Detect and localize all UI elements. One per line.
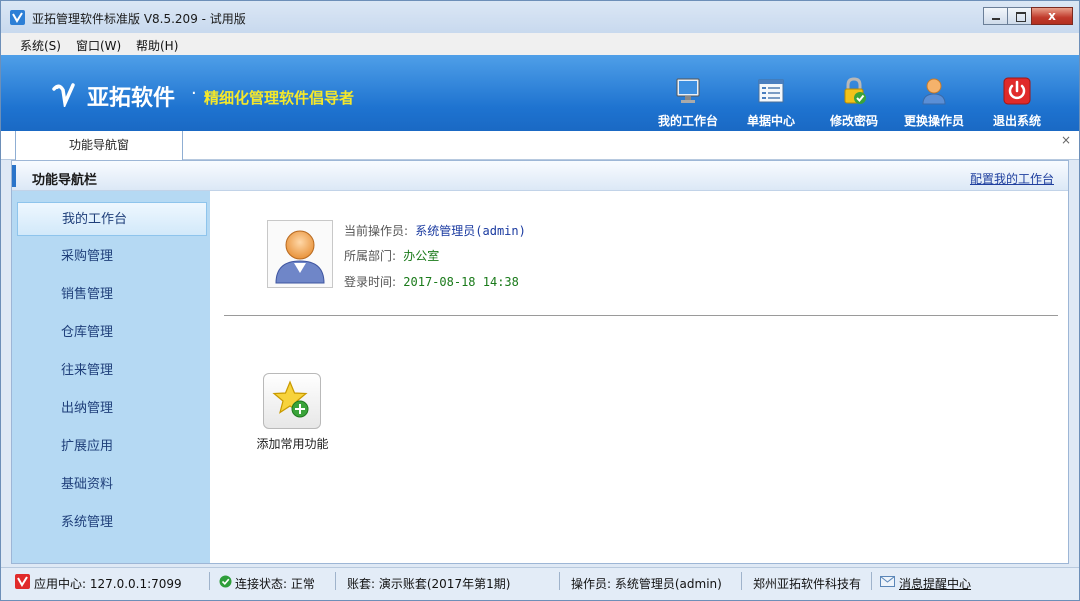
add-favorite-label: 添加常用功能 [256,437,329,451]
toolbar-label: 我的工作台 [657,114,718,128]
close-icon: x [1048,9,1056,23]
monitor-icon [676,78,700,103]
app-center-icon [15,574,30,589]
document-list-icon [758,79,784,103]
operator-value: 系统管理员(admin) [415,224,526,238]
message-center-link[interactable]: 消息提醒中心 [899,575,971,592]
sidebar-item-cashier[interactable]: 出纳管理 [17,392,207,426]
login-time-row: 登录时间: 2017-08-18 14:38 [344,273,519,290]
status-divider [559,572,560,590]
toolbar-switch-operator-button[interactable]: 更换操作员 [899,77,969,131]
maximize-button[interactable] [1007,7,1032,25]
toolbar-label: 单据中心 [746,114,795,128]
sidebar-item-purchase[interactable]: 采购管理 [17,240,207,274]
check-circle-icon [219,575,232,588]
panel-title: 功能导航栏 [32,173,98,188]
operator-label: 当前操作员: [344,224,409,238]
window-title: 亚拓管理软件标准版 V8.5.209 - 试用版 [32,12,246,26]
star-add-icon [272,380,309,418]
avatar [267,220,333,288]
add-favorite-button[interactable] [263,373,321,429]
minimize-button[interactable] [983,7,1008,25]
toolbar-label: 修改密码 [829,114,878,128]
department-label: 所属部门: [344,249,397,263]
toolbar-my-workbench-button[interactable]: 我的工作台 [653,77,723,131]
close-button[interactable]: x [1031,7,1073,25]
status-account: 账套: 演示账套(2017年第1期) [347,577,511,591]
panel-header: 功能导航栏 配置我的工作台 [12,161,1068,191]
status-divider [871,572,872,590]
sidebar: 我的工作台 采购管理 销售管理 仓库管理 往来管理 出纳管理 扩展应用 基础资料… [12,191,210,563]
login-time-value: 2017-08-18 14:38 [403,275,519,289]
power-icon [1003,77,1031,105]
status-operator: 操作员: 系统管理员(admin) [571,577,722,591]
department-value: 办公室 [403,249,440,263]
sidebar-item-my-workbench[interactable]: 我的工作台 [17,202,207,236]
status-bar: 应用中心: 127.0.0.1:7099 连接状态: 正常 账套: 演示账套(2… [1,567,1079,600]
app-logo-icon [10,10,25,25]
window-controls: x [983,7,1073,25]
department-row: 所属部门: 办公室 [344,247,439,264]
menu-system[interactable]: 系统(S) [20,37,61,54]
brand-logo-icon [52,83,75,107]
menu-bar: 系统(S) 窗口(W) 帮助(H) [1,33,1079,55]
divider [224,315,1058,316]
status-divider [209,572,210,590]
app-window: 亚拓管理软件标准版 V8.5.209 - 试用版 x 系统(S) 窗口(W) 帮… [0,0,1080,601]
sidebar-item-accounts[interactable]: 往来管理 [17,354,207,388]
status-company: 郑州亚拓软件科技有 [753,577,862,591]
user-icon [922,78,946,105]
sidebar-item-extensions[interactable]: 扩展应用 [17,430,207,464]
navigation-panel: 功能导航栏 配置我的工作台 我的工作台 采购管理 销售管理 仓库管理 往来管理 … [11,160,1069,564]
tab-close-icon[interactable]: × [1061,133,1071,147]
brand-name: 亚拓软件 [87,86,176,111]
toolbar-label: 退出系统 [992,114,1041,128]
toolbar-document-center-button[interactable]: 单据中心 [736,77,806,131]
status-divider [335,572,336,590]
envelope-icon [880,576,895,587]
title-bar[interactable]: 亚拓管理软件标准版 V8.5.209 - 试用版 x [1,1,1079,33]
banner: 亚拓软件 · 精细化管理软件倡导者 我的工作台 单据中心 修改密码 更换操作员 … [1,55,1079,131]
sidebar-item-basic-data[interactable]: 基础资料 [17,468,207,502]
status-divider [741,572,742,590]
sidebar-item-warehouse[interactable]: 仓库管理 [17,316,207,350]
header-accent-bar [12,165,16,187]
operator-row: 当前操作员: 系统管理员(admin) [344,222,526,239]
toolbar-exit-button[interactable]: 退出系统 [982,77,1052,131]
menu-window[interactable]: 窗口(W) [76,37,121,54]
sidebar-item-sales[interactable]: 销售管理 [17,278,207,312]
status-connection: 连接状态: 正常 [235,577,315,591]
workbench-content: 当前操作员: 系统管理员(admin) 所属部门: 办公室 登录时间: 2017… [210,191,1068,563]
tab-strip: 功能导航窗 × [1,131,1079,161]
sidebar-item-system[interactable]: 系统管理 [17,506,207,540]
login-time-label: 登录时间: [344,275,397,289]
brand-separator: · [191,83,197,104]
user-avatar-icon [275,230,325,284]
tab-function-navigation[interactable]: 功能导航窗 [15,131,183,161]
brand-slogan: 精细化管理软件倡导者 [204,89,355,107]
menu-help[interactable]: 帮助(H) [136,37,178,54]
status-app-center: 应用中心: 127.0.0.1:7099 [34,577,182,591]
lock-icon [844,77,866,104]
toolbar-label: 更换操作员 [903,114,964,128]
toolbar-change-password-button[interactable]: 修改密码 [819,77,889,131]
configure-workbench-link[interactable]: 配置我的工作台 [970,170,1054,187]
